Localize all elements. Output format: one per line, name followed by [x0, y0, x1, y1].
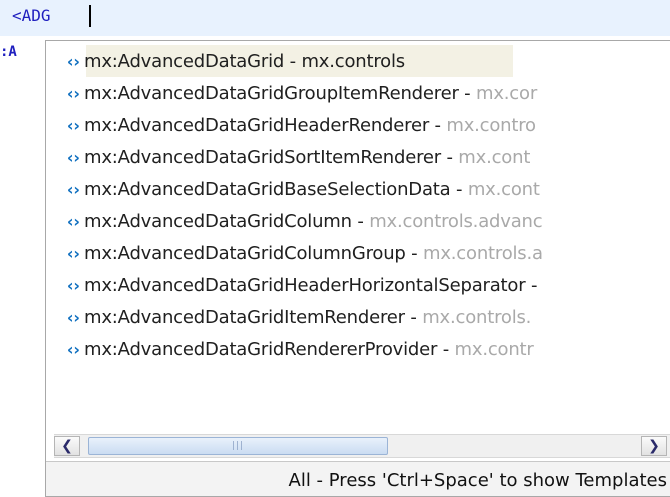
suggestion-package: mx.controls.advanc — [369, 210, 543, 232]
status-bar: All - Press 'Ctrl+Space' to show Templat… — [46, 461, 670, 496]
suggestion-name: mx:AdvancedDataGridHeaderHorizontalSepar… — [84, 274, 526, 296]
suggestion-separator: - — [525, 274, 538, 296]
text-caret — [89, 5, 91, 27]
tag-icon: ‹› — [66, 179, 80, 199]
suggestion-label: mx:AdvancedDataGridItemRenderer - mx.con… — [84, 307, 531, 328]
chevron-left-icon[interactable]: ❮ — [54, 436, 80, 456]
tag-icon: ‹› — [66, 211, 80, 231]
suggestion-label: mx:AdvancedDataGridHeaderHorizontalSepar… — [84, 275, 537, 296]
tag-icon: ‹› — [66, 243, 80, 263]
suggestion-name: mx:AdvancedDataGrid — [84, 50, 285, 72]
code-fragment: :A — [0, 44, 17, 60]
suggestion-list[interactable]: ‹› mx:AdvancedDataGrid - mx.controls ‹› mx:… — [46, 41, 670, 381]
suggestion-package: mx.controls. — [422, 306, 532, 328]
suggestion-label: mx:AdvancedDataGridBaseSelectionData - m… — [84, 179, 540, 200]
suggestion-separator: - — [429, 114, 447, 136]
suggestion-label: mx:AdvancedDataGridGroupItemRenderer - m… — [84, 83, 537, 104]
suggestion-name: mx:AdvancedDataGridItemRenderer — [84, 306, 405, 328]
tag-icon: ‹› — [66, 83, 80, 103]
suggestion-package: mx.cor — [476, 82, 538, 104]
suggestion-package: mx.controls.a — [423, 242, 543, 264]
suggestion-item[interactable]: ‹› mx:AdvancedDataGridHeaderRenderer - mx… — [46, 109, 670, 141]
scrollbar-thumb[interactable]: ||| — [88, 437, 388, 455]
suggestion-label: mx:AdvancedDataGridColumnGroup - mx.cont… — [84, 243, 543, 264]
suggestion-label: mx:AdvancedDataGrid - mx.controls — [84, 51, 405, 72]
tag-icon: ‹› — [66, 275, 80, 295]
suggestion-item[interactable]: ‹› mx:AdvancedDataGridColumnGroup - mx.co… — [46, 237, 670, 269]
tag-icon: ‹› — [66, 51, 80, 71]
suggestion-package: mx.contr — [454, 338, 534, 360]
suggestion-name: mx:AdvancedDataGridSortItemRenderer — [84, 146, 441, 168]
suggestion-item[interactable]: ‹› mx:AdvancedDataGridItemRenderer - mx.c… — [46, 301, 670, 333]
suggestion-item[interactable]: ‹› mx:AdvancedDataGridSortItemRenderer - … — [46, 141, 670, 173]
tag-icon: ‹› — [66, 147, 80, 167]
suggestion-separator: - — [437, 338, 455, 360]
suggestion-label: mx:AdvancedDataGridColumn - mx.controls.… — [84, 210, 543, 232]
suggestion-package: mx.cont — [467, 178, 540, 200]
suggestion-item[interactable]: ‹› mx:AdvancedDataGridBaseSelectionData -… — [46, 173, 670, 205]
current-line-highlight — [0, 0, 670, 36]
suggestion-item[interactable]: ‹› mx:AdvancedDataGridGroupItemRenderer -… — [46, 77, 670, 109]
suggestion-separator: - — [458, 82, 476, 104]
suggestion-label: mx:AdvancedDataGridRendererProvider - mx… — [84, 339, 534, 360]
suggestion-package: mx.contro — [446, 114, 536, 136]
suggestion-package: mx.cont — [458, 146, 531, 168]
suggestion-item[interactable]: ‹› mx:AdvancedDataGrid - mx.controls — [46, 45, 670, 77]
suggestion-separator: - — [284, 50, 302, 72]
suggestion-separator: - — [440, 146, 459, 168]
suggestion-name: mx:AdvancedDataGridColumn — [84, 210, 352, 232]
suggestion-item[interactable]: ‹› mx:AdvancedDataGridRendererProvider - … — [46, 333, 670, 365]
suggestion-name: mx:AdvancedDataGridHeaderRenderer — [84, 114, 430, 136]
suggestion-item[interactable]: ‹› mx:AdvancedDataGridHeaderHorizontalSep… — [46, 269, 670, 301]
tag-icon: ‹› — [66, 115, 80, 135]
suggestion-package: mx.controls — [301, 50, 405, 72]
suggestion-separator: - — [404, 306, 423, 328]
suggestion-label: mx:AdvancedDataGridSortItemRenderer - mx… — [84, 147, 530, 168]
suggestion-separator: - — [405, 242, 423, 264]
status-text: All - Press 'Ctrl+Space' to show Templat… — [288, 469, 667, 491]
chevron-right-icon[interactable]: ❯ — [641, 436, 667, 456]
horizontal-scrollbar[interactable]: ❮ ||| ❯ — [54, 434, 670, 458]
typed-code[interactable]: <ADG — [12, 6, 51, 25]
suggestion-name: mx:AdvancedDataGridRendererProvider — [84, 338, 438, 360]
suggestion-name: mx:AdvancedDataGridGroupItemRenderer — [84, 82, 459, 104]
suggestion-name: mx:AdvancedDataGridBaseSelectionData — [84, 178, 451, 200]
content-assist-popup: ‹› mx:AdvancedDataGrid - mx.controls ‹› mx:… — [45, 40, 670, 497]
tag-icon: ‹› — [66, 307, 80, 327]
suggestion-separator: - — [450, 178, 468, 200]
suggestion-separator: - — [351, 210, 370, 232]
suggestion-item[interactable]: ‹› mx:AdvancedDataGridColumn - mx.control… — [46, 205, 670, 237]
suggestion-label: mx:AdvancedDataGridHeaderRenderer - mx.c… — [84, 115, 536, 136]
suggestion-name: mx:AdvancedDataGridColumnGroup — [84, 242, 406, 264]
tag-icon: ‹› — [66, 339, 80, 359]
